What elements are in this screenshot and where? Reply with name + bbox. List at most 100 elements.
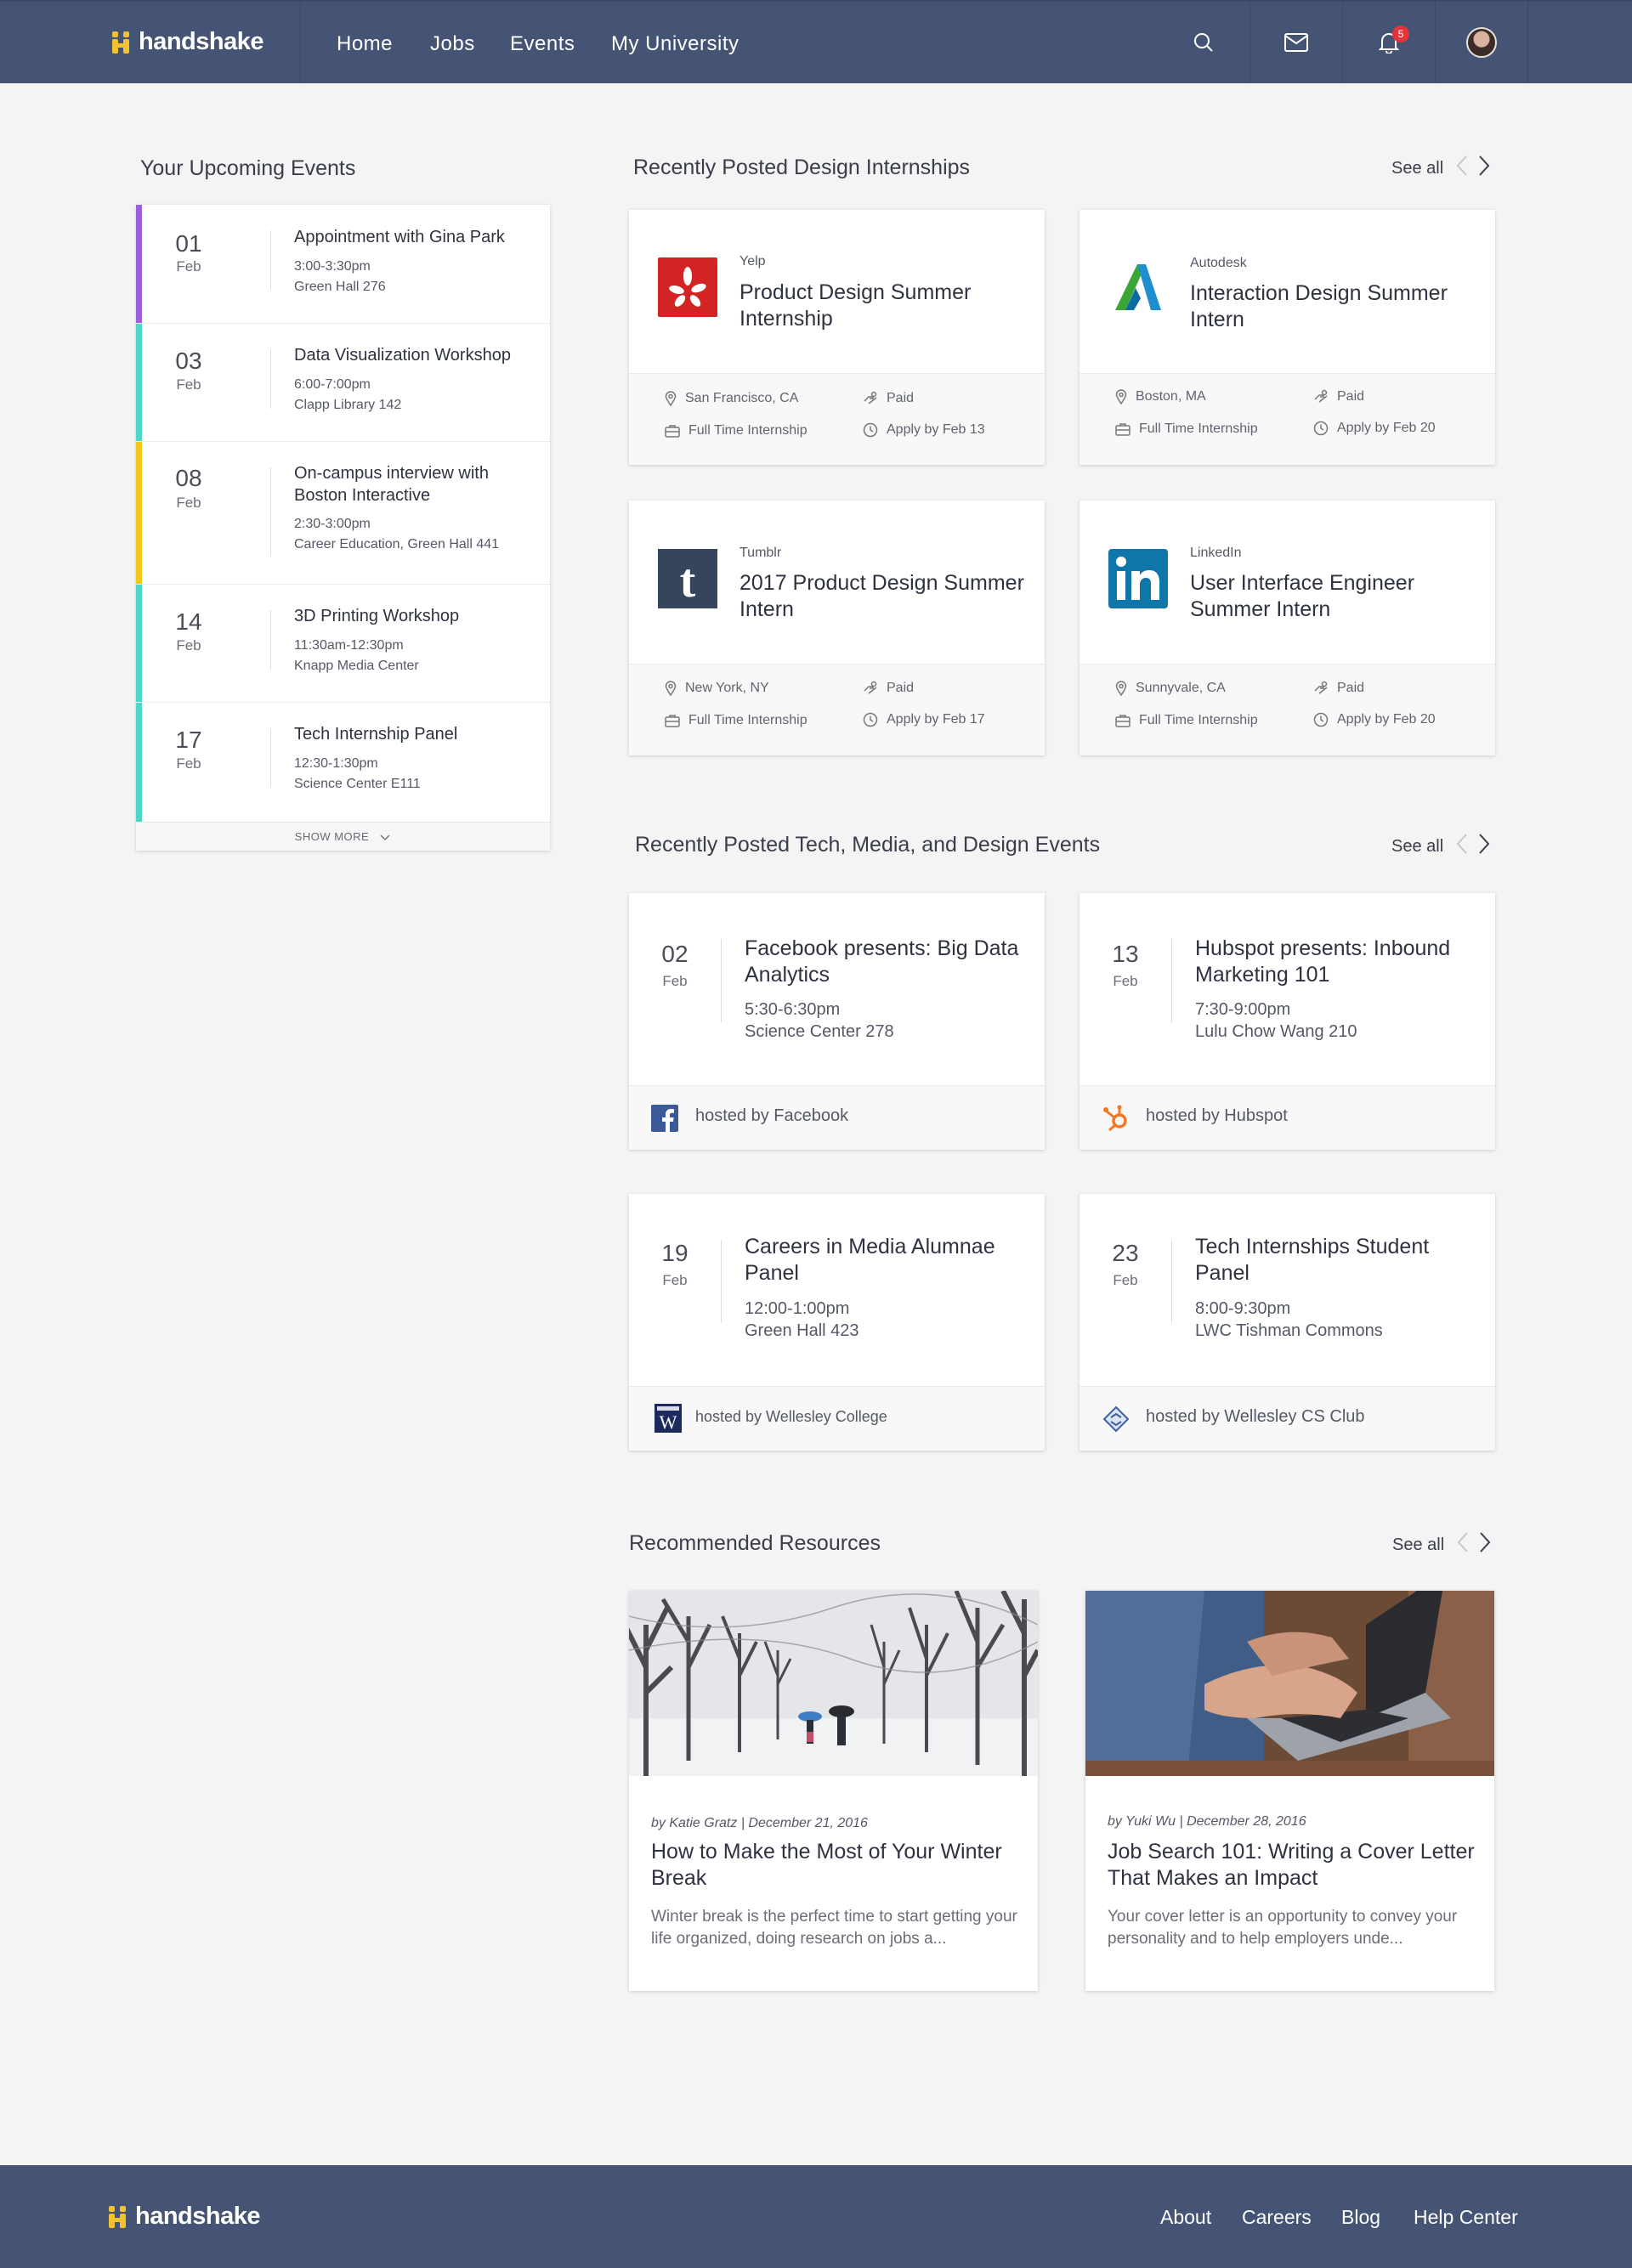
event-day: 19 [661, 1240, 688, 1266]
event-card[interactable]: 19 Feb Careers in Media Alumnae Panel 12:… [629, 1194, 1045, 1451]
resource-title: Job Search 101: Writing a Cover Letter T… [1108, 1840, 1475, 1890]
location-pin-icon [665, 681, 677, 696]
chevron-left-icon[interactable] [1456, 833, 1468, 855]
event-card[interactable]: 02 Feb Facebook presents: Big Data Analyt… [629, 893, 1045, 1150]
notifications-button[interactable]: 5 [1343, 2, 1435, 83]
logo-text: handshake [139, 28, 264, 55]
location-pin-icon [1115, 389, 1127, 404]
job-type: Full Time Internship [1139, 713, 1258, 727]
chevron-right-icon[interactable] [1478, 833, 1490, 855]
yelp-logo [658, 257, 717, 317]
autodesk-logo [1108, 257, 1168, 317]
event-time: 11:30am-12:30pm [294, 638, 404, 653]
messages-button[interactable] [1250, 2, 1342, 83]
event-time: 12:00-1:00pm [745, 1299, 850, 1318]
event-location: Lulu Chow Wang 210 [1195, 1022, 1357, 1041]
laptop-typing-photo [1085, 1591, 1494, 1776]
resource-description: Your cover letter is an opportunity to c… [1108, 1908, 1458, 1948]
footer-link-careers[interactable]: Careers [1242, 2206, 1312, 2229]
chevron-left-icon[interactable] [1456, 155, 1468, 177]
company-name: Yelp [740, 254, 766, 269]
nav-jobs[interactable]: Jobs [430, 32, 475, 56]
search-button[interactable] [1158, 2, 1250, 83]
event-host: hosted by Wellesley CS Club [1146, 1407, 1365, 1426]
event-card[interactable]: 13 Feb Hubspot presents: Inbound Marketin… [1080, 893, 1495, 1150]
event-time: 2:30-3:00pm [294, 517, 371, 531]
chevron-down-icon [380, 834, 390, 840]
event-host: hosted by Facebook [695, 1106, 849, 1125]
event-location: Science Center 278 [745, 1022, 894, 1041]
event-location: Green Hall 423 [745, 1321, 859, 1340]
clock-icon [863, 712, 878, 727]
event-month: Feb [1113, 1272, 1138, 1288]
job-location: Boston, MA [1136, 389, 1206, 404]
chevron-right-icon[interactable] [1478, 155, 1490, 177]
event-location: Clapp Library 142 [294, 398, 402, 412]
event-time: 6:00-7:00pm [294, 377, 371, 392]
show-more-button[interactable]: SHOW MORE [136, 822, 550, 851]
job-meta-footer: Sunnyvale, CA Paid Full Time Internship … [1080, 664, 1495, 755]
internship-card[interactable]: t Tumblr 2017 Product Design Summer Inte… [629, 501, 1045, 755]
job-title: Interaction Design Summer Intern [1190, 281, 1448, 331]
company-name: Tumblr [740, 546, 782, 560]
profile-button[interactable] [1436, 2, 1527, 83]
resources-see-all-link[interactable]: See all [1392, 1536, 1444, 1555]
resources-title: Recommended Resources [629, 1531, 881, 1555]
event-day: 03 [175, 348, 202, 374]
footer-link-blog[interactable]: Blog [1341, 2206, 1380, 2229]
event-day: 14 [175, 608, 202, 635]
resource-card[interactable]: by Katie Gratz | December 21, 2016 How t… [629, 1591, 1038, 1991]
job-pay: Paid [1337, 681, 1365, 695]
event-host: hosted by Wellesley College [695, 1408, 887, 1425]
event-title: On-campus interview with Boston Interact… [294, 464, 489, 505]
event-title: Appointment with Gina Park [294, 228, 505, 246]
resource-card[interactable]: by Yuki Wu | December 28, 2016 Job Searc… [1085, 1591, 1494, 1991]
job-pay: Paid [887, 391, 915, 405]
event-title: Facebook presents: Big Data Analytics [745, 936, 1019, 987]
event-day: 02 [661, 941, 688, 967]
snowy-park-photo [629, 1591, 1038, 1776]
job-type: Full Time Internship [1139, 421, 1258, 436]
event-card[interactable]: 23 Feb Tech Internships Student Panel 8:0… [1080, 1194, 1495, 1451]
nav-home[interactable]: Home [337, 32, 393, 56]
nav-my-university[interactable]: My University [611, 32, 740, 56]
footer-link-help-center[interactable]: Help Center [1414, 2206, 1518, 2229]
resource-byline: by Yuki Wu | December 28, 2016 [1108, 1814, 1306, 1829]
event-host: hosted by Hubspot [1146, 1106, 1288, 1125]
paid-icon [1314, 681, 1328, 694]
cs-club-logo [1102, 1405, 1130, 1433]
event-month: Feb [176, 376, 201, 393]
event-host-footer: hosted by Facebook [629, 1085, 1045, 1150]
upcoming-event-item[interactable]: 17 Feb Tech Internship Panel 12:30-1:30p… [136, 703, 550, 822]
upcoming-event-item[interactable]: 08 Feb On-campus interview with Boston I… [136, 442, 550, 585]
search-icon [1194, 33, 1213, 52]
location-pin-icon [1115, 681, 1127, 696]
chevron-right-icon[interactable] [1479, 1531, 1491, 1553]
upcoming-event-item[interactable]: 03 Feb Data Visualization Workshop 6:00-… [136, 324, 550, 442]
show-more-label: SHOW MORE [294, 830, 370, 843]
chevron-left-icon[interactable] [1457, 1531, 1469, 1553]
event-host-footer: hosted by Hubspot [1080, 1085, 1495, 1150]
upcoming-event-item[interactable]: 14 Feb 3D Printing Workshop 11:30am-12:3… [136, 585, 550, 703]
clock-icon [1313, 421, 1329, 436]
nav-events[interactable]: Events [510, 32, 575, 56]
upcoming-event-item[interactable]: 01 Feb Appointment with Gina Park 3:00-3… [136, 205, 550, 324]
job-title: Product Design Summer Internship [740, 280, 972, 331]
events-see-all-link[interactable]: See all [1391, 837, 1443, 857]
handshake-logo[interactable]: handshake [110, 28, 264, 56]
resource-description: Winter break is the perfect time to star… [651, 1908, 1017, 1948]
internships-see-all-link[interactable]: See all [1391, 159, 1443, 178]
job-deadline: Apply by Feb 17 [887, 712, 985, 727]
event-month: Feb [1113, 973, 1138, 989]
event-title: Careers in Media Alumnae Panel [745, 1235, 995, 1285]
linkedin-logo [1108, 549, 1168, 608]
event-title: Tech Internship Panel [294, 725, 458, 744]
internship-card[interactable]: LinkedIn User Interface Engineer Summer … [1080, 501, 1495, 755]
footer-logo[interactable]: handshake [107, 2203, 261, 2231]
event-location: Career Education, Green Hall 441 [294, 537, 500, 551]
internship-card[interactable]: Autodesk Interaction Design Summer Inter… [1080, 210, 1495, 465]
svg-text:W: W [660, 1411, 677, 1433]
internship-card[interactable]: Yelp Product Design Summer Internship Sa… [629, 210, 1045, 465]
footer-link-about[interactable]: About [1160, 2206, 1211, 2229]
event-month: Feb [662, 973, 688, 989]
